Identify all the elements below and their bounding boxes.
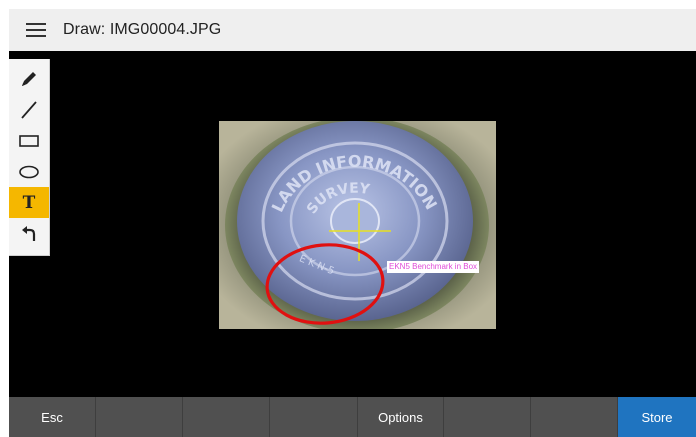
annotation-text-label[interactable]: EKN5 Benchmark in Box	[387, 261, 480, 273]
ellipse-tool[interactable]	[9, 156, 49, 187]
esc-button[interactable]: Esc	[9, 397, 96, 437]
line-tool[interactable]	[9, 94, 49, 125]
text-tool[interactable]: T	[9, 187, 49, 218]
draw-screen: Draw: IMG00004.JPG T LAND INFORMATION SU…	[9, 9, 696, 437]
options-button[interactable]: Options	[358, 397, 444, 437]
hamburger-menu-icon[interactable]	[9, 9, 63, 51]
ellipse-icon	[19, 165, 39, 178]
undo-tool[interactable]	[9, 218, 49, 249]
empty-button-2[interactable]	[183, 397, 270, 437]
tool-palette: T	[9, 59, 50, 256]
undo-icon	[22, 225, 36, 241]
header-bar: Draw: IMG00004.JPG	[9, 9, 696, 51]
photo-image: LAND INFORMATION SURVEY E K N-5	[219, 121, 496, 329]
empty-button-3[interactable]	[270, 397, 358, 437]
pencil-tool[interactable]	[9, 63, 49, 94]
drawing-canvas[interactable]: T LAND INFORMATION SURVEY E K N-5 EKN5 B…	[9, 51, 696, 397]
pencil-icon	[22, 71, 36, 86]
empty-button-1[interactable]	[96, 397, 183, 437]
page-title: Draw: IMG00004.JPG	[63, 21, 222, 38]
text-icon: T	[22, 192, 36, 213]
empty-button-5[interactable]	[444, 397, 531, 437]
bottom-action-bar: Esc Options Store	[9, 397, 696, 437]
rectangle-icon	[19, 134, 39, 147]
store-button[interactable]: Store	[618, 397, 696, 437]
empty-button-6[interactable]	[531, 397, 618, 437]
line-icon	[21, 100, 37, 119]
rectangle-tool[interactable]	[9, 125, 49, 156]
